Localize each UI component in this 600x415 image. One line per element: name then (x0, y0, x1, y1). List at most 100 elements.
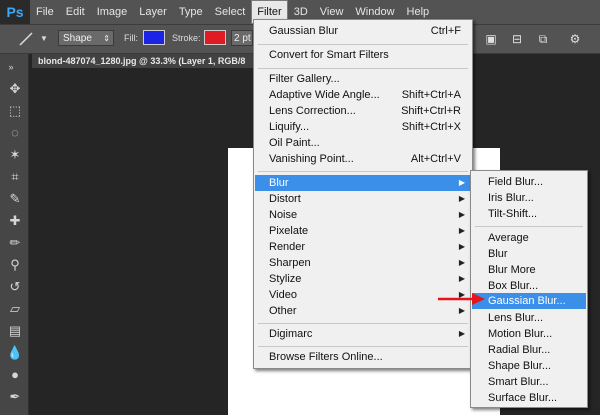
menu-divider (475, 226, 583, 227)
dodge-tool-icon[interactable]: ● (6, 366, 24, 384)
menu-item-blur-more[interactable]: Blur More (472, 262, 586, 278)
brush-tool-icon[interactable]: ✏ (6, 234, 24, 252)
document-tab[interactable]: blond-487074_1280.jpg @ 33.3% (Layer 1, … (32, 54, 268, 68)
menu-edit[interactable]: Edit (60, 0, 91, 24)
menu-item-blur-filter[interactable]: Blur (472, 246, 586, 262)
menu-select[interactable]: Select (209, 0, 252, 24)
line-tool-icon[interactable] (18, 31, 34, 47)
magic-wand-tool-icon[interactable]: ✶ (6, 146, 24, 164)
red-arrow-icon (438, 293, 485, 305)
tool-preset-caret-icon[interactable]: ▼ (40, 34, 48, 43)
submenu-arrow-icon: ▶ (458, 274, 465, 283)
menu-item-shortcut: Shift+Ctrl+R (401, 105, 461, 117)
pen-tool-icon[interactable]: ✒ (6, 388, 24, 406)
path-arrangement-icon[interactable]: ⧉ (536, 32, 550, 46)
healing-brush-tool-icon[interactable]: ✚ (6, 212, 24, 230)
crop-tool-icon[interactable]: ⌗ (6, 168, 24, 186)
menu-item-sharpen[interactable]: Sharpen ▶ (255, 255, 471, 271)
menu-item-label: Stylize (269, 273, 302, 285)
menu-image[interactable]: Image (91, 0, 134, 24)
menu-item-surface-blur[interactable]: Surface Blur... (472, 390, 586, 406)
menu-divider (258, 171, 468, 172)
menu-item-render[interactable]: Render ▶ (255, 239, 471, 255)
menu-item-filter-gallery[interactable]: Filter Gallery... (255, 71, 471, 87)
clone-stamp-tool-icon[interactable]: ⚲ (6, 256, 24, 274)
submenu-arrow-icon: ▶ (458, 242, 465, 251)
path-alignment-icon[interactable]: ⊟ (510, 32, 524, 46)
menu-item-pixelate[interactable]: Pixelate ▶ (255, 223, 471, 239)
menu-layer[interactable]: Layer (133, 0, 173, 24)
stroke-color-swatch[interactable] (204, 30, 226, 45)
menu-item-shortcut: Shift+Ctrl+A (401, 89, 461, 101)
menu-divider (258, 68, 468, 69)
gear-icon[interactable]: ⚙ (568, 32, 582, 46)
menu-item-browse-filters-online[interactable]: Browse Filters Online... (255, 349, 471, 365)
menu-item-vanishing-point[interactable]: Vanishing Point... Alt+Ctrl+V (255, 151, 471, 167)
menu-item-label: Vanishing Point... (269, 153, 354, 165)
menu-item-label: Gaussian Blur (269, 25, 339, 37)
path-operations-icon[interactable]: ▣ (484, 32, 498, 46)
blur-tool-icon[interactable]: 💧 (6, 344, 24, 362)
menu-item-tilt-shift[interactable]: Tilt-Shift... (472, 206, 586, 222)
menu-item-radial-blur[interactable]: Radial Blur... (472, 342, 586, 358)
menu-file[interactable]: File (30, 0, 60, 24)
submenu-arrow-icon: ▶ (458, 258, 465, 267)
menu-item-noise[interactable]: Noise ▶ (255, 207, 471, 223)
menu-type[interactable]: Type (173, 0, 209, 24)
gradient-tool-icon[interactable]: ▤ (6, 322, 24, 340)
menu-item-lens-correction[interactable]: Lens Correction... Shift+Ctrl+R (255, 103, 471, 119)
chevron-down-icon: ⇕ (103, 34, 110, 43)
eyedropper-tool-icon[interactable]: ✎ (6, 190, 24, 208)
menu-item-label: Other (269, 305, 297, 317)
menu-item-gaussian-blur[interactable]: Gaussian Blur... (472, 293, 586, 309)
menu-item-digimarc[interactable]: Digimarc ▶ (255, 326, 471, 342)
menu-item-label: Liquify... (269, 121, 310, 133)
fill-color-swatch[interactable] (143, 30, 165, 45)
history-brush-tool-icon[interactable]: ↺ (6, 278, 24, 296)
shape-mode-select[interactable]: Shape ⇕ (58, 30, 114, 46)
tools-panel: » ✥ ⬚ ◌ ✶ ⌗ ✎ ✚ ✏ ⚲ ↺ ▱ ▤ 💧 ● ✒ (0, 54, 29, 415)
blur-submenu: Field Blur... Iris Blur... Tilt-Shift...… (470, 170, 588, 408)
menu-item-label: Digimarc (269, 328, 313, 340)
menu-item-lens-blur[interactable]: Lens Blur... (472, 310, 586, 326)
menu-item-blur[interactable]: Blur ▶ (255, 175, 471, 191)
menu-item-smart-blur[interactable]: Smart Blur... (472, 374, 586, 390)
menu-item-adaptive-wide-angle[interactable]: Adaptive Wide Angle... Shift+Ctrl+A (255, 87, 471, 103)
menu-item-convert-smart-filters[interactable]: Convert for Smart Filters (255, 47, 471, 63)
menu-item-distort[interactable]: Distort ▶ (255, 191, 471, 207)
marquee-tool-icon[interactable]: ⬚ (6, 102, 24, 120)
menu-item-label: Oil Paint... (269, 137, 320, 149)
menu-item-label: Render (269, 241, 306, 253)
menu-item-liquify[interactable]: Liquify... Shift+Ctrl+X (255, 119, 471, 135)
fill-label: Fill: (124, 33, 138, 43)
menu-item-shortcut: Shift+Ctrl+X (401, 121, 461, 133)
menu-item-box-blur[interactable]: Box Blur... (472, 278, 586, 294)
menu-divider (258, 346, 468, 347)
move-tool-icon[interactable]: ✥ (6, 80, 24, 98)
menu-item-shortcut: Alt+Ctrl+V (410, 153, 461, 165)
menu-item-label: Pixelate (269, 225, 309, 237)
submenu-arrow-icon: ▶ (458, 210, 465, 219)
menu-item-label: Sharpen (269, 257, 311, 269)
menu-item-oil-paint[interactable]: Oil Paint... (255, 135, 471, 151)
submenu-arrow-icon: ▶ (458, 194, 465, 203)
menu-item-last-filter[interactable]: Gaussian Blur Ctrl+F (255, 23, 471, 39)
menu-item-field-blur[interactable]: Field Blur... (472, 174, 586, 190)
menu-item-shape-blur[interactable]: Shape Blur... (472, 358, 586, 374)
menu-item-iris-blur[interactable]: Iris Blur... (472, 190, 586, 206)
menu-item-motion-blur[interactable]: Motion Blur... (472, 326, 586, 342)
lasso-tool-icon[interactable]: ◌ (6, 124, 24, 142)
stroke-width-field[interactable]: 2 pt (231, 30, 253, 46)
menu-item-label: Lens Correction... (269, 105, 356, 117)
panel-collapse-icon[interactable]: » (2, 58, 20, 76)
menu-item-label: Adaptive Wide Angle... (269, 89, 380, 101)
menu-item-label: Video (269, 289, 297, 301)
filter-menu: Gaussian Blur Ctrl+F Convert for Smart F… (253, 19, 473, 369)
menu-divider (258, 323, 468, 324)
menu-item-stylize[interactable]: Stylize ▶ (255, 271, 471, 287)
menu-item-label: Blur (269, 177, 289, 189)
menu-item-label: Filter Gallery... (269, 73, 340, 85)
menu-item-average[interactable]: Average (472, 230, 586, 246)
eraser-tool-icon[interactable]: ▱ (6, 300, 24, 318)
menu-item-label: Distort (269, 193, 301, 205)
